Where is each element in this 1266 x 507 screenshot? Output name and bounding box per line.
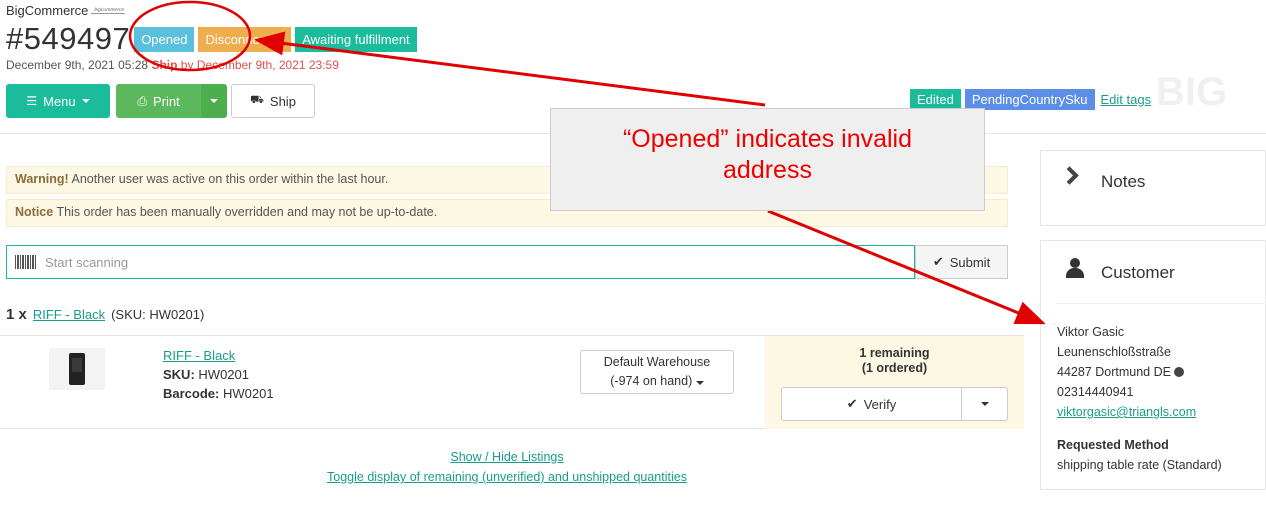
chevron-right-icon xyxy=(1060,166,1079,185)
brand-name: BigCommerce xyxy=(6,3,89,18)
user-icon xyxy=(1066,258,1084,278)
status-badge-opened: Opened xyxy=(134,26,195,52)
annotation-callout: “Opened” indicates invalid address xyxy=(550,108,985,211)
callout-line-2: address xyxy=(723,156,812,184)
check-icon: ✔ xyxy=(846,396,858,411)
verify-dropdown-button[interactable] xyxy=(962,387,1008,421)
remaining-count: 1 remaining xyxy=(859,346,930,360)
listing-links: Show / Hide Listings Toggle display of r… xyxy=(0,447,1014,487)
caret-down-icon xyxy=(980,402,989,406)
caret-down-icon xyxy=(81,99,90,103)
remaining-status: 1 remaining (1 ordered) xyxy=(765,346,1024,376)
tag-edited: Edited xyxy=(910,89,961,110)
device-image-icon xyxy=(69,353,85,385)
scan-input[interactable]: Start scanning xyxy=(6,245,915,279)
print-button-label: Print xyxy=(152,93,180,109)
order-title-row: #549497 Opened Disconnected Awaiting ful… xyxy=(6,21,417,57)
list-icon: ☰ xyxy=(26,94,38,108)
printer-icon: ⎙ xyxy=(137,93,147,108)
notes-card[interactable]: Notes xyxy=(1040,150,1266,226)
status-badge-disconnected: Disconnected xyxy=(198,26,292,52)
requested-method: shipping table rate (Standard) xyxy=(1057,458,1222,472)
verify-button[interactable]: ✔ Verify xyxy=(781,387,962,421)
truck-icon: ⛟ xyxy=(250,94,264,106)
edit-tags-link[interactable]: Edit tags xyxy=(1101,92,1152,107)
remaining-panel: 1 remaining (1 ordered) ✔ Verify xyxy=(765,336,1024,429)
verify-button-label: Verify xyxy=(863,396,897,412)
submit-button-label: Submit xyxy=(949,254,991,270)
caret-down-icon xyxy=(695,381,704,385)
warehouse-name: Default Warehouse xyxy=(603,355,711,369)
item-info: RIFF - Black SKU: HW0201 Barcode: HW0201 xyxy=(163,346,274,403)
customer-email-link[interactable]: viktorgasic@triangls.com xyxy=(1057,405,1196,419)
notice-text: This order has been manually overridden … xyxy=(56,205,438,219)
ship-button-label: Ship xyxy=(269,93,296,109)
line-item-row: RIFF - Black SKU: HW0201 Barcode: HW0201… xyxy=(0,335,1024,429)
item-quantity: 1 x xyxy=(6,306,27,323)
print-dropdown-button[interactable] xyxy=(201,84,227,118)
customer-street: Leunenschloßstraße xyxy=(1057,345,1171,359)
order-tags: Edited PendingCountrySku Edit tags xyxy=(910,89,1151,110)
submit-button[interactable]: ✔ Submit xyxy=(915,245,1008,279)
brand-watermark: BIG xyxy=(1156,70,1228,114)
check-icon: ✔ xyxy=(932,254,944,269)
barcode-icon xyxy=(15,255,37,269)
customer-card: Customer Viktor Gasic Leunenschloßstraße… xyxy=(1040,240,1266,490)
menu-button[interactable]: ☰ Menu xyxy=(6,84,110,118)
warehouse-select[interactable]: Default Warehouse (-974 on hand) xyxy=(580,350,734,394)
divider xyxy=(1056,303,1266,304)
globe-icon[interactable] xyxy=(1174,367,1185,377)
item-name-link[interactable]: RIFF - Black xyxy=(163,348,235,363)
customer-city: 44287 Dortmund DE xyxy=(1057,365,1171,379)
callout-line-1: “Opened” indicates invalid xyxy=(622,125,913,153)
barcode-value: HW0201 xyxy=(222,386,274,401)
warning-text: Another user was active on this order wi… xyxy=(71,172,389,186)
barcode-label: Barcode: xyxy=(163,386,220,401)
order-date: December 9th, 2021 05:28 Ship by Decembe… xyxy=(6,58,339,72)
warning-label: Warning! xyxy=(15,172,69,186)
ship-by-date: by December 9th, 2021 23:59 xyxy=(180,58,339,72)
status-badge-awaiting: Awaiting fulfillment xyxy=(295,26,417,52)
item-sku-inline: (SKU: HW0201) xyxy=(111,307,205,322)
sku-value: HW0201 xyxy=(198,367,249,382)
show-hide-listings-link[interactable]: Show / Hide Listings xyxy=(0,447,1014,467)
ship-button[interactable]: ⛟ Ship xyxy=(231,84,315,118)
toggle-display-link[interactable]: Toggle display of remaining (unverified)… xyxy=(0,467,1014,487)
scan-placeholder: Start scanning xyxy=(45,254,129,270)
customer-name: Viktor Gasic xyxy=(1057,325,1125,339)
menu-button-label: Menu xyxy=(43,93,76,109)
product-thumbnail xyxy=(49,348,105,390)
order-created-date: December 9th, 2021 05:28 xyxy=(6,58,149,72)
brand: BigCommerce bigcommerce xyxy=(6,3,128,18)
sku-label: SKU: xyxy=(163,367,195,382)
customer-info: Viktor Gasic Leunenschloßstraße 44287 Do… xyxy=(1057,322,1222,475)
order-number: #549497 xyxy=(6,21,131,56)
ordered-count: (1 ordered) xyxy=(861,361,928,375)
item-header: 1 x RIFF - Black (SKU: HW0201) xyxy=(6,306,204,323)
caret-down-icon xyxy=(210,99,218,103)
tag-pending-country-sku: PendingCountrySku xyxy=(964,89,1095,110)
notice-label: Notice xyxy=(15,205,54,219)
customer-title: Customer xyxy=(1101,263,1175,282)
customer-phone: 02314440941 xyxy=(1057,385,1134,399)
notes-title: Notes xyxy=(1101,172,1146,191)
bigcommerce-logo-icon: bigcommerce xyxy=(91,7,128,14)
requested-method-title: Requested Method xyxy=(1057,438,1169,452)
item-title-link[interactable]: RIFF - Black xyxy=(33,307,105,322)
ship-label: Ship xyxy=(151,58,178,72)
warehouse-on-hand: (-974 on hand) xyxy=(610,374,693,388)
print-button[interactable]: ⎙ Print xyxy=(116,84,201,118)
